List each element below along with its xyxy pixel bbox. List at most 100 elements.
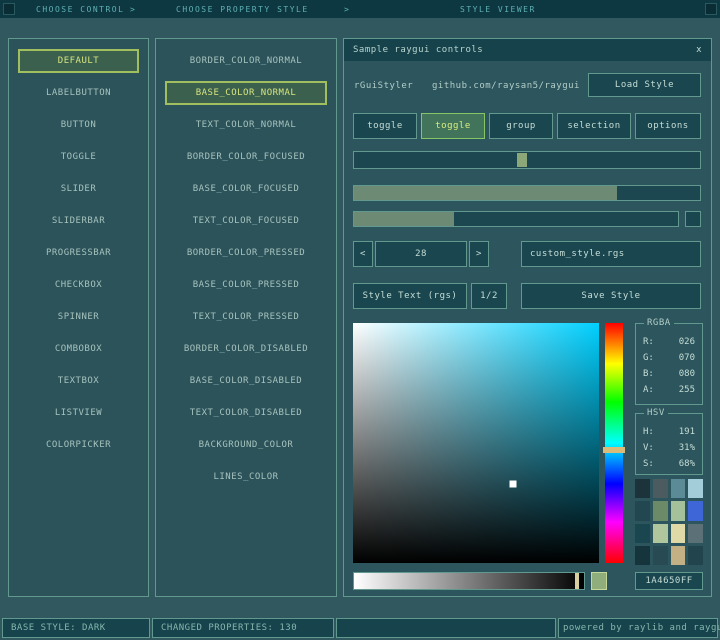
property-item-border-color-normal[interactable]: BORDER_COLOR_NORMAL — [165, 45, 327, 77]
palette-swatch[interactable] — [671, 524, 686, 543]
rgba-label-b: B: — [643, 366, 654, 382]
property-item-text-color-pressed[interactable]: TEXT_COLOR_PRESSED — [165, 301, 327, 333]
palette-swatch[interactable] — [688, 479, 703, 498]
palette-swatch[interactable] — [688, 524, 703, 543]
property-item-text-color-focused[interactable]: TEXT_COLOR_FOCUSED — [165, 205, 327, 237]
window-titlebar[interactable]: Sample raygui controls x — [344, 39, 711, 61]
control-item-spinner[interactable]: SPINNER — [18, 301, 139, 333]
rgba-value-a: 255 — [679, 382, 695, 398]
palette-swatch[interactable] — [635, 501, 650, 520]
palette-swatch[interactable] — [653, 524, 668, 543]
control-item-textbox[interactable]: TEXTBOX — [18, 365, 139, 397]
repo-link[interactable]: github.com/raysan5/raygui — [432, 81, 580, 91]
progress-bar[interactable] — [353, 185, 701, 201]
property-item-border-color-pressed[interactable]: BORDER_COLOR_PRESSED — [165, 237, 327, 269]
toggle-button-2-active[interactable]: toggle — [421, 113, 485, 139]
property-item-base-color-normal[interactable]: BASE_COLOR_NORMAL — [165, 81, 327, 105]
control-item-slider[interactable]: SLIDER — [18, 173, 139, 205]
property-item-lines-color[interactable]: LINES_COLOR — [165, 461, 327, 493]
properties-list: BORDER_COLOR_NORMAL BASE_COLOR_NORMAL TE… — [156, 39, 336, 493]
control-item-label: TOGGLE — [61, 152, 97, 162]
hsv-row-v: V: 31% — [636, 440, 702, 456]
palette-swatch[interactable] — [671, 479, 686, 498]
palette-swatch[interactable] — [688, 501, 703, 520]
toggle-button-options[interactable]: options — [635, 113, 701, 139]
grayscale-handle[interactable] — [575, 573, 579, 589]
hsv-value-v: 31% — [679, 440, 695, 456]
grayscale-bar[interactable] — [353, 572, 585, 590]
property-item-border-color-disabled[interactable]: BORDER_COLOR_DISABLED — [165, 333, 327, 365]
control-item-colorpicker[interactable]: COLORPICKER — [18, 429, 139, 461]
control-item-sliderbar[interactable]: SLIDERBAR — [18, 205, 139, 237]
palette-swatch[interactable] — [653, 546, 668, 565]
properties-list-panel: BORDER_COLOR_NORMAL BASE_COLOR_NORMAL TE… — [155, 38, 337, 597]
property-item-label: BORDER_COLOR_FOCUSED — [187, 152, 305, 162]
palette-swatch[interactable] — [635, 546, 650, 565]
control-item-label: COMBOBOX — [55, 344, 102, 354]
palette-swatch[interactable] — [688, 546, 703, 565]
palette-swatch[interactable] — [671, 501, 686, 520]
palette-swatch[interactable] — [653, 479, 668, 498]
control-item-button[interactable]: BUTTON — [18, 109, 139, 141]
palette-swatch[interactable] — [635, 479, 650, 498]
slider-bar-side-box[interactable] — [685, 211, 701, 227]
filename-input[interactable]: custom_style.rgs — [521, 241, 701, 267]
load-style-button[interactable]: Load Style — [588, 73, 701, 97]
hue-bar[interactable] — [605, 323, 623, 563]
spinner-increment-button[interactable]: > — [469, 241, 489, 267]
property-item-label: BORDER_COLOR_DISABLED — [184, 344, 308, 354]
hex-color-input[interactable]: 1A4650FF — [635, 572, 703, 590]
style-text-button[interactable]: Style Text (rgs) — [353, 283, 467, 309]
color-picker-gradient[interactable] — [353, 323, 599, 563]
control-item-checkbox[interactable]: CHECKBOX — [18, 269, 139, 301]
control-item-label: DEFAULT — [58, 56, 99, 66]
status-changed-properties: CHANGED PROPERTIES: 130 — [152, 618, 334, 638]
hue-handle[interactable] — [603, 447, 625, 453]
property-item-base-color-disabled[interactable]: BASE_COLOR_DISABLED — [165, 365, 327, 397]
control-item-toggle[interactable]: TOGGLE — [18, 141, 139, 173]
menu-choose-control[interactable]: CHOOSE CONTROL — [36, 5, 124, 14]
pager-box[interactable]: 1/2 — [471, 283, 507, 309]
property-item-text-color-disabled[interactable]: TEXT_COLOR_DISABLED — [165, 397, 327, 429]
control-item-combobox[interactable]: COMBOBOX — [18, 333, 139, 365]
palette-swatch[interactable] — [653, 501, 668, 520]
property-item-background-color[interactable]: BACKGROUND_COLOR — [165, 429, 327, 461]
slider-handle[interactable] — [517, 153, 527, 167]
hsv-row-h: H:191 — [636, 424, 702, 440]
progress-fill — [354, 186, 617, 200]
control-item-label: TEXTBOX — [58, 376, 99, 386]
toggle-button-group[interactable]: group — [489, 113, 553, 139]
color-sample-box[interactable] — [591, 572, 607, 590]
rgba-panel-title: RGBA — [644, 318, 674, 328]
slider-bar[interactable] — [353, 211, 679, 227]
palette-swatch[interactable] — [635, 524, 650, 543]
slider[interactable] — [353, 151, 701, 169]
menu-style-viewer[interactable]: STYLE VIEWER — [460, 5, 536, 14]
toggle-button-selection[interactable]: selection — [557, 113, 631, 139]
property-item-text-color-normal[interactable]: TEXT_COLOR_NORMAL — [165, 109, 327, 141]
control-item-default[interactable]: DEFAULT — [18, 49, 139, 73]
toggle-button-1[interactable]: toggle — [353, 113, 417, 139]
control-item-labelbutton[interactable]: LABELBUTTON — [18, 77, 139, 109]
hsv-label-v: V: — [643, 440, 654, 456]
spinner-value[interactable]: 28 — [375, 241, 467, 267]
control-item-progressbar[interactable]: PROGRESSBAR — [18, 237, 139, 269]
property-item-label: BASE_COLOR_PRESSED — [193, 280, 300, 290]
property-item-border-color-focused[interactable]: BORDER_COLOR_FOCUSED — [165, 141, 327, 173]
property-item-base-color-pressed[interactable]: BASE_COLOR_PRESSED — [165, 269, 327, 301]
property-item-label: BACKGROUND_COLOR — [199, 440, 294, 450]
breadcrumb-separator: > — [344, 5, 350, 14]
style-viewer-window: Sample raygui controls x rGuiStyler gith… — [343, 38, 712, 597]
rgba-label-r: R: — [643, 334, 654, 350]
menu-choose-property-style[interactable]: CHOOSE PROPERTY STYLE — [176, 5, 309, 14]
control-item-listview[interactable]: LISTVIEW — [18, 397, 139, 429]
close-icon[interactable]: x — [696, 45, 702, 55]
spinner-decrement-button[interactable]: < — [353, 241, 373, 267]
property-item-base-color-focused[interactable]: BASE_COLOR_FOCUSED — [165, 173, 327, 205]
save-style-button[interactable]: Save Style — [521, 283, 701, 309]
rgba-value-b: 080 — [679, 366, 695, 382]
window-title: Sample raygui controls — [353, 45, 483, 55]
palette-swatch[interactable] — [671, 546, 686, 565]
rgba-panel: RGBA R:026 G:070 B:080 A:255 — [635, 323, 703, 405]
property-item-label: TEXT_COLOR_NORMAL — [196, 120, 297, 130]
